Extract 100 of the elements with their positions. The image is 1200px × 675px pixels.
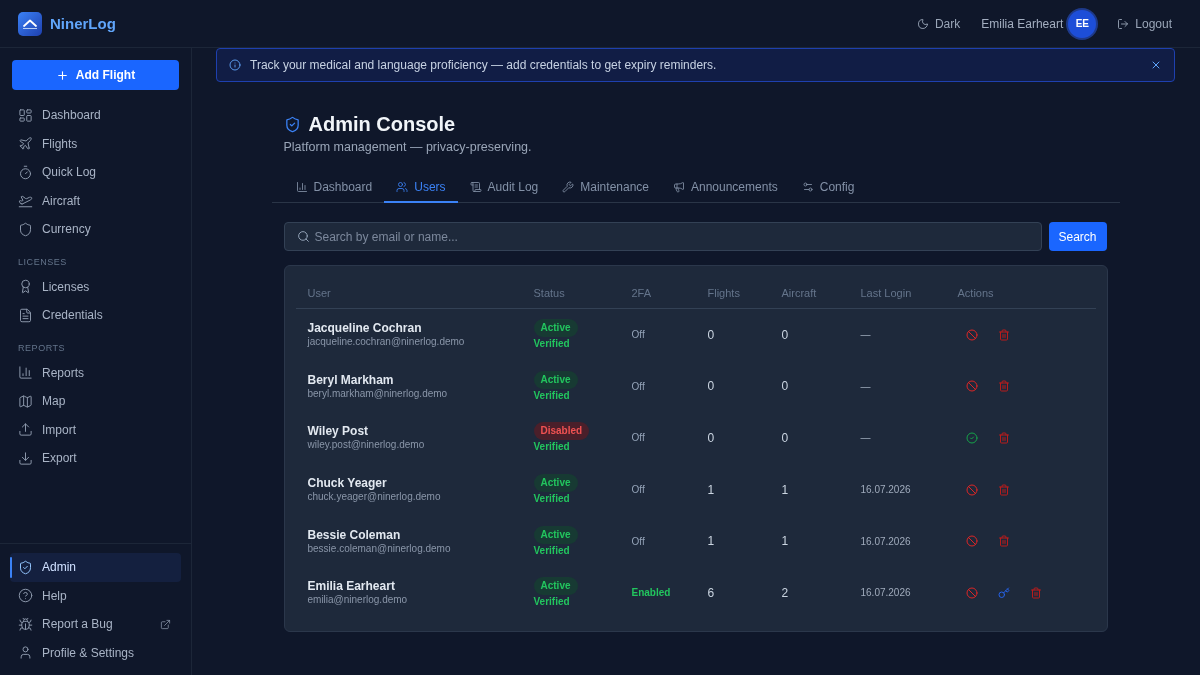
trash-icon	[997, 483, 1010, 496]
sidebar-item[interactable]: Help	[10, 581, 181, 610]
table-cell: 1	[781, 534, 789, 549]
user-avatar: EE	[1068, 9, 1097, 38]
sidebar-item[interactable]: Dashboard	[10, 101, 181, 130]
wrench-icon	[562, 180, 575, 193]
user-name: Chuck Yeager	[307, 476, 387, 491]
shield-check-icon	[283, 115, 301, 133]
user-email: wiley.post@ninerlog.demo	[307, 438, 425, 452]
upload-icon	[18, 422, 33, 438]
megaphone-icon	[673, 180, 685, 193]
sidebar-item[interactable]: Quick Log	[10, 158, 181, 187]
sidebar-item[interactable]: Report a Bug	[10, 610, 181, 639]
trash-icon	[997, 535, 1010, 548]
sidebar-item[interactable]: Aircraft	[10, 186, 181, 215]
shield-check-icon	[18, 559, 33, 575]
column-header: Last Login	[860, 286, 912, 299]
table-cell: 0	[781, 327, 789, 342]
table-cell: 0	[707, 327, 715, 342]
user-email: jacqueline.cochran@ninerlog.demo	[307, 335, 465, 349]
table-cell: 2	[781, 585, 789, 600]
moon-icon	[916, 17, 929, 30]
column-header: User	[307, 286, 331, 299]
verified-label: Verified	[533, 389, 570, 402]
two-factor-status: Off	[631, 484, 645, 496]
table-cell: 0	[781, 379, 789, 394]
user-email: emilia@ninerlog.demo	[307, 593, 408, 607]
table-cell: 1	[707, 482, 715, 497]
trash-icon	[1029, 586, 1042, 599]
table-cell: 0	[707, 379, 715, 394]
table-cell: 1	[707, 534, 715, 549]
ban-icon	[965, 535, 978, 548]
sidebar-item[interactable]: Export	[10, 444, 181, 473]
bar-chart-icon	[295, 180, 308, 193]
app-name: NinerLog	[50, 15, 116, 32]
sliders-icon	[801, 180, 814, 193]
table-cell: 1	[781, 482, 789, 497]
close-icon	[1150, 59, 1162, 71]
tab[interactable]: Audit Log	[457, 172, 551, 203]
sidebar-item[interactable]: Credentials	[10, 301, 181, 330]
verified-label: Verified	[533, 493, 570, 506]
shield-icon	[18, 221, 33, 237]
sidebar-item[interactable]: Admin	[10, 553, 181, 582]
tab[interactable]: Maintenance	[550, 172, 661, 203]
section-heading: REPORTS	[17, 341, 67, 355]
page-title: Admin Console	[308, 112, 456, 136]
award-icon	[18, 279, 33, 295]
table-cell: —	[860, 380, 871, 392]
user-email: bessie.coleman@ninerlog.demo	[307, 541, 451, 555]
sidebar-item[interactable]: Licenses	[10, 272, 181, 301]
search-button[interactable]: Search	[1048, 222, 1107, 251]
timer-icon	[18, 164, 33, 180]
check-circle-icon	[965, 432, 978, 444]
theme-toggle-button[interactable]: Dark	[916, 16, 961, 31]
user-icon	[18, 645, 33, 661]
add-flight-button[interactable]: Add Flight	[12, 60, 179, 90]
sidebar-item[interactable]: Map	[10, 387, 181, 416]
info-icon	[229, 59, 241, 71]
sidebar-item[interactable]: Currency	[10, 215, 181, 244]
user-name: Wiley Post	[307, 424, 369, 439]
sidebar-item[interactable]: Profile & Settings	[10, 638, 181, 667]
column-header: Actions	[957, 286, 994, 299]
verified-label: Verified	[533, 596, 570, 609]
sidebar-item[interactable]: Flights	[10, 129, 181, 158]
table-cell: 6	[707, 585, 715, 600]
table-cell: 16.07.2026	[860, 587, 911, 599]
account-name: Emilia Earheart	[981, 16, 1064, 31]
map-icon	[18, 393, 33, 409]
verified-label: Verified	[533, 544, 570, 557]
scroll-icon	[469, 180, 482, 193]
tab[interactable]: Dashboard	[283, 172, 385, 203]
tab[interactable]: Announcements	[661, 172, 790, 203]
tab[interactable]: Users	[384, 172, 458, 203]
trash-icon	[997, 328, 1010, 341]
plane-icon	[18, 136, 33, 152]
column-header: 2FA	[631, 286, 652, 299]
column-header: Flights	[707, 286, 740, 299]
status-badge: Disabled	[533, 422, 590, 441]
column-header: Aircraft	[781, 286, 817, 299]
tab[interactable]: Config	[789, 172, 867, 203]
sidebar-item[interactable]: Reports	[10, 358, 181, 387]
search-field[interactable]: Search by email or name...	[283, 222, 1042, 251]
section-heading: LICENSES	[17, 255, 68, 269]
logout-button[interactable]: Logout	[1117, 16, 1172, 31]
plane-takeoff-icon	[18, 193, 33, 209]
verified-label: Verified	[533, 441, 570, 454]
two-factor-status: Off	[631, 329, 645, 341]
dashboard-icon	[18, 107, 33, 123]
user-name: Bessie Coleman	[307, 527, 401, 542]
search-icon	[296, 230, 310, 243]
two-factor-status: Enabled	[631, 587, 671, 599]
sidebar-item[interactable]: Import	[10, 415, 181, 444]
banner-text: Track your medical and language proficiency — add credentials to get expiry reminders.	[250, 58, 717, 72]
user-name: Jacqueline Cochran	[307, 321, 422, 336]
ban-icon	[965, 328, 978, 341]
users-icon	[396, 180, 409, 193]
user-name: Beryl Markham	[307, 372, 394, 387]
status-badge: Active	[533, 370, 578, 389]
verified-label: Verified	[533, 338, 570, 351]
close-button[interactable]	[1150, 59, 1162, 71]
